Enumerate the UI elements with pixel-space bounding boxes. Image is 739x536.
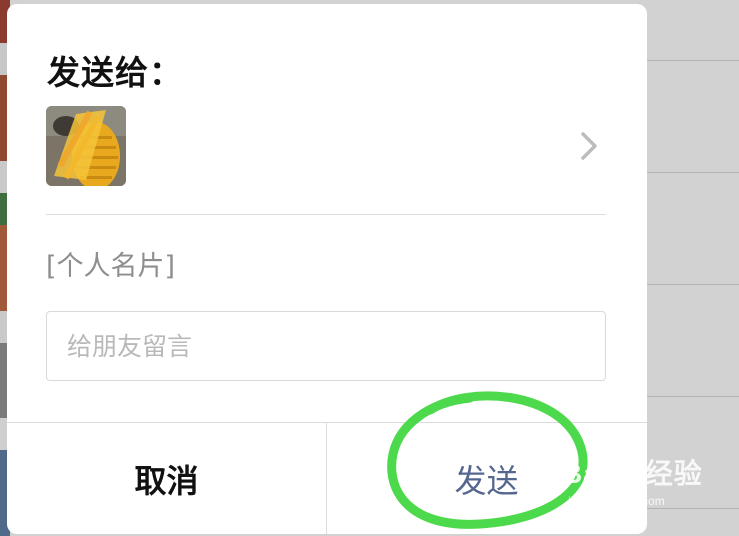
cancel-button[interactable]: 取消 <box>7 423 326 534</box>
background-row-divider <box>646 508 739 509</box>
background-row-divider <box>646 60 739 61</box>
chevron-right-icon <box>574 128 604 164</box>
background-row-divider <box>646 396 739 397</box>
avatar <box>46 106 126 186</box>
send-button[interactable]: 发送 <box>327 423 646 534</box>
card-name-redacted <box>192 250 412 282</box>
background-row-divider <box>646 172 739 173</box>
avatar-image <box>46 106 126 186</box>
dialog-title: 发送给： <box>47 53 183 92</box>
message-input[interactable] <box>46 311 606 381</box>
recipient-name-redacted <box>154 124 274 168</box>
recipient-row[interactable] <box>46 106 606 187</box>
section-divider <box>46 214 606 215</box>
send-card-dialog: 发送给： [个人名片] 给朋友留言 取消 发送 <box>7 4 647 534</box>
background-row-divider <box>646 284 739 285</box>
card-preview-label: [个人名片] <box>46 251 176 282</box>
